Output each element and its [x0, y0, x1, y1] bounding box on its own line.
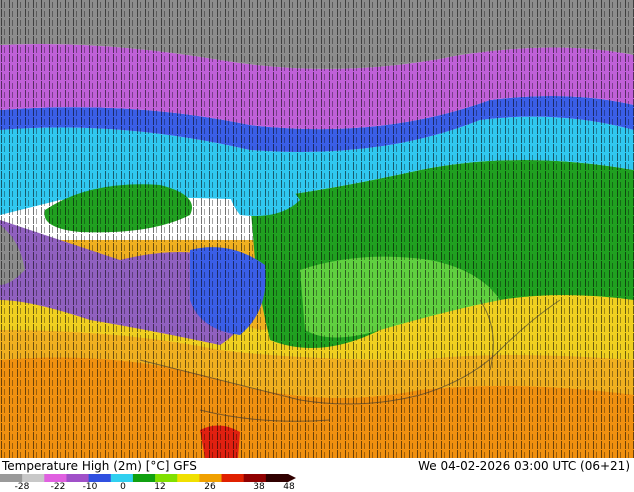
scale-color-segment: [265, 474, 289, 482]
scale-arrow: [288, 474, 296, 482]
scale-tick-label: -28: [14, 482, 30, 492]
scale-tick-label: 0: [120, 482, 126, 492]
scale-color-segment: [44, 474, 67, 482]
scale-tick-label: 38: [253, 482, 265, 492]
forecast-datetime: We 04-02-2026 03:00 UTC (06+21): [418, 459, 630, 473]
scale-tick-label: -22: [50, 482, 66, 492]
scale-color-segment: [132, 474, 156, 482]
scale-color-segment: [66, 474, 90, 482]
scale-color-segment: [243, 474, 267, 482]
scale-tick-label: -10: [82, 482, 98, 492]
number-overlay: [0, 0, 634, 458]
scale-color-segment: [88, 474, 112, 482]
scale-color-segment: [0, 474, 23, 482]
scale-color-segment: [110, 474, 134, 482]
map-title: Temperature High (2m) [°C] GFS: [2, 459, 197, 473]
scale-color-segment: [199, 474, 223, 482]
scale-tick-label: 48: [283, 482, 295, 492]
color-scale-bar: [0, 474, 296, 482]
temperature-map: [0, 0, 634, 458]
scale-color-segment: [155, 474, 178, 482]
scale-color-segment: [177, 474, 200, 482]
scale-color-segment: [22, 474, 45, 482]
scale-tick-label: 26: [204, 482, 216, 492]
scale-color-segment: [221, 474, 245, 482]
map-footer: Temperature High (2m) [°C] GFS We 04-02-…: [0, 458, 634, 492]
scale-tick-label: 12: [154, 482, 166, 492]
